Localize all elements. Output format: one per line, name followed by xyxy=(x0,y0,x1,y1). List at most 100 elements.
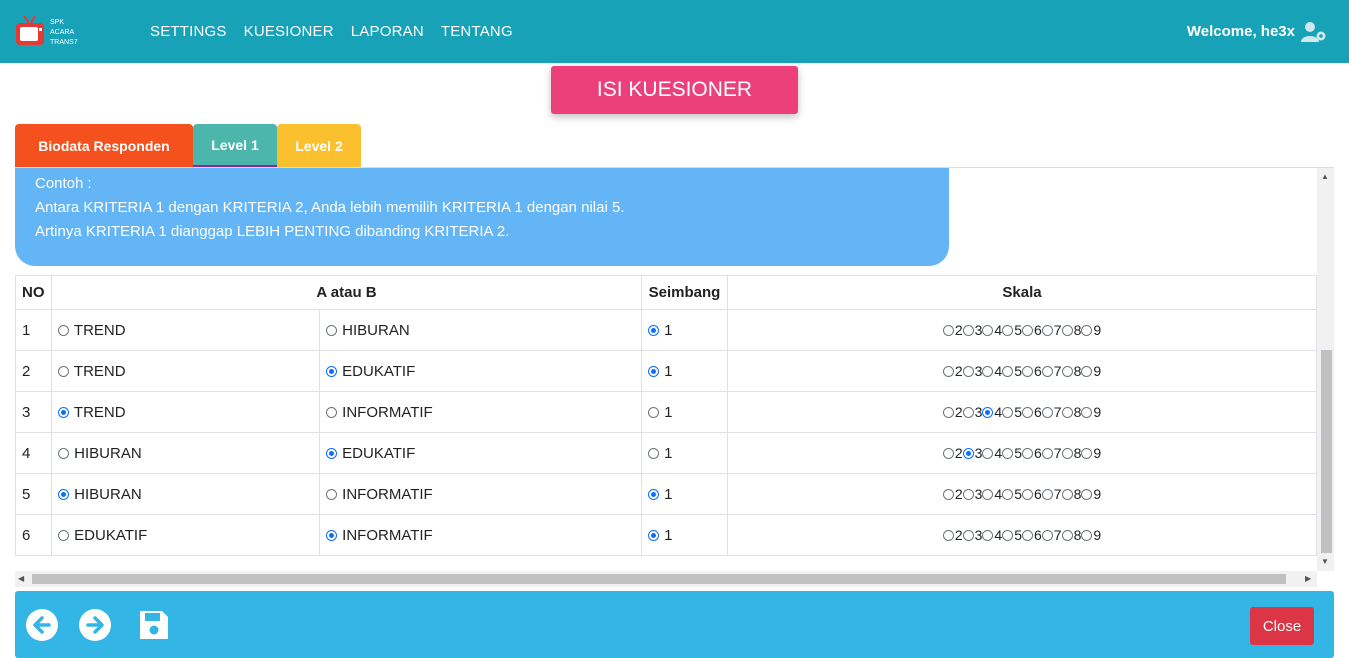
scale-radio[interactable] xyxy=(1061,489,1073,500)
scroll-right-icon[interactable]: ▶ xyxy=(1305,574,1311,583)
tv-logo-icon[interactable]: SPK ACARA TRANS7 xyxy=(14,14,82,52)
seimbang-radio[interactable] xyxy=(648,488,659,500)
scale-option[interactable]: 3 xyxy=(962,486,982,502)
scale-radio[interactable] xyxy=(1002,366,1014,377)
cell-option-b[interactable]: EDUKATIF xyxy=(319,350,642,392)
tab-level-1[interactable]: Level 1 xyxy=(193,124,277,168)
scale-option[interactable]: 4 xyxy=(982,363,1002,379)
scale-radio[interactable] xyxy=(962,448,974,459)
scale-radio[interactable] xyxy=(1022,366,1033,377)
cell-option-b[interactable]: EDUKATIF xyxy=(319,432,642,474)
scale-option[interactable]: 6 xyxy=(1022,527,1042,543)
scale-option[interactable]: 9 xyxy=(1081,527,1101,543)
scale-option[interactable]: 3 xyxy=(962,445,982,461)
nav-settings[interactable]: SETTINGS xyxy=(150,23,227,40)
scale-radio[interactable] xyxy=(1061,448,1073,459)
scroll-down-icon[interactable]: ▼ xyxy=(1321,557,1329,566)
scale-radio[interactable] xyxy=(1081,448,1093,459)
scale-radio[interactable] xyxy=(962,489,974,500)
option-a-radio[interactable] xyxy=(58,529,69,541)
option-a-radio[interactable] xyxy=(58,406,69,418)
scale-radio[interactable] xyxy=(962,407,974,418)
scale-radio[interactable] xyxy=(1081,530,1093,541)
cell-option-a[interactable]: HIBURAN xyxy=(51,432,320,474)
scale-option[interactable]: 2 xyxy=(942,486,963,502)
seimbang-radio[interactable] xyxy=(648,447,659,459)
scale-option[interactable]: 4 xyxy=(982,404,1002,420)
scale-option[interactable]: 4 xyxy=(982,445,1002,461)
nav-tentang[interactable]: TENTANG xyxy=(441,23,513,40)
scale-radio[interactable] xyxy=(1002,325,1014,336)
scale-radio[interactable] xyxy=(1061,325,1073,336)
option-a-radio[interactable] xyxy=(58,447,69,459)
scale-radio[interactable] xyxy=(982,489,994,500)
scroll-up-icon[interactable]: ▲ xyxy=(1321,172,1329,181)
scroll-left-icon[interactable]: ◀ xyxy=(18,574,24,583)
cell-option-a[interactable]: EDUKATIF xyxy=(51,514,320,556)
cell-seimbang[interactable]: 1 xyxy=(641,391,728,433)
arrow-right-icon[interactable] xyxy=(78,608,112,642)
scale-radio[interactable] xyxy=(1041,489,1053,500)
scale-option[interactable]: 5 xyxy=(1002,445,1022,461)
scale-radio[interactable] xyxy=(982,366,994,377)
scale-option[interactable]: 8 xyxy=(1061,486,1081,502)
scale-option[interactable]: 2 xyxy=(942,363,963,379)
scale-option[interactable]: 2 xyxy=(942,404,963,420)
scale-radio[interactable] xyxy=(962,366,974,377)
scale-option[interactable]: 4 xyxy=(982,322,1002,338)
scale-radio[interactable] xyxy=(1081,325,1093,336)
scale-option[interactable]: 5 xyxy=(1002,486,1022,502)
option-a-radio[interactable] xyxy=(58,324,69,336)
arrow-left-icon[interactable] xyxy=(25,608,59,642)
scale-option[interactable]: 9 xyxy=(1081,363,1101,379)
seimbang-radio[interactable] xyxy=(648,529,659,541)
tab-biodata-responden[interactable]: Biodata Responden xyxy=(15,124,193,168)
cell-option-a[interactable]: TREND xyxy=(51,391,320,433)
scale-radio[interactable] xyxy=(1022,448,1033,459)
option-b-radio[interactable] xyxy=(326,529,337,541)
scale-radio[interactable] xyxy=(942,530,954,541)
scale-radio[interactable] xyxy=(1081,489,1093,500)
horizontal-scroll-thumb[interactable] xyxy=(32,574,1286,584)
scale-option[interactable]: 5 xyxy=(1002,363,1022,379)
option-a-radio[interactable] xyxy=(58,365,69,377)
scale-option[interactable]: 8 xyxy=(1061,322,1081,338)
scale-option[interactable]: 6 xyxy=(1022,404,1042,420)
cell-seimbang[interactable]: 1 xyxy=(641,514,728,556)
scale-option[interactable]: 2 xyxy=(942,322,963,338)
scale-option[interactable]: 8 xyxy=(1061,404,1081,420)
close-button[interactable]: Close xyxy=(1250,607,1314,645)
vertical-scrollbar[interactable]: ▲ ▼ xyxy=(1317,168,1334,571)
tab-level-2[interactable]: Level 2 xyxy=(277,124,361,168)
option-b-radio[interactable] xyxy=(326,488,337,500)
scale-radio[interactable] xyxy=(1081,366,1093,377)
scale-radio[interactable] xyxy=(1022,407,1033,418)
cell-option-b[interactable]: HIBURAN xyxy=(319,309,642,351)
scale-option[interactable]: 7 xyxy=(1041,527,1062,543)
cell-seimbang[interactable]: 1 xyxy=(641,473,728,515)
scale-radio[interactable] xyxy=(1041,448,1053,459)
scale-radio[interactable] xyxy=(1002,530,1014,541)
scale-option[interactable]: 6 xyxy=(1022,322,1042,338)
option-a-radio[interactable] xyxy=(58,488,69,500)
scale-radio[interactable] xyxy=(982,530,994,541)
scale-radio[interactable] xyxy=(942,366,954,377)
scale-option[interactable]: 2 xyxy=(942,527,963,543)
option-b-radio[interactable] xyxy=(326,447,337,459)
scale-option[interactable]: 8 xyxy=(1061,527,1081,543)
nav-kuesioner[interactable]: KUESIONER xyxy=(244,23,334,40)
vertical-scroll-thumb[interactable] xyxy=(1321,350,1332,553)
scale-radio[interactable] xyxy=(1041,530,1053,541)
scale-radio[interactable] xyxy=(1002,407,1014,418)
nav-laporan[interactable]: LAPORAN xyxy=(351,23,424,40)
scale-option[interactable]: 4 xyxy=(982,527,1002,543)
scale-option[interactable]: 9 xyxy=(1081,404,1101,420)
scale-option[interactable]: 7 xyxy=(1041,445,1062,461)
scale-option[interactable]: 3 xyxy=(962,322,982,338)
scale-radio[interactable] xyxy=(982,325,994,336)
scale-radio[interactable] xyxy=(1041,366,1053,377)
scale-option[interactable]: 5 xyxy=(1002,322,1022,338)
scale-radio[interactable] xyxy=(942,325,954,336)
scale-radio[interactable] xyxy=(1022,325,1033,336)
cell-option-a[interactable]: TREND xyxy=(51,309,320,351)
